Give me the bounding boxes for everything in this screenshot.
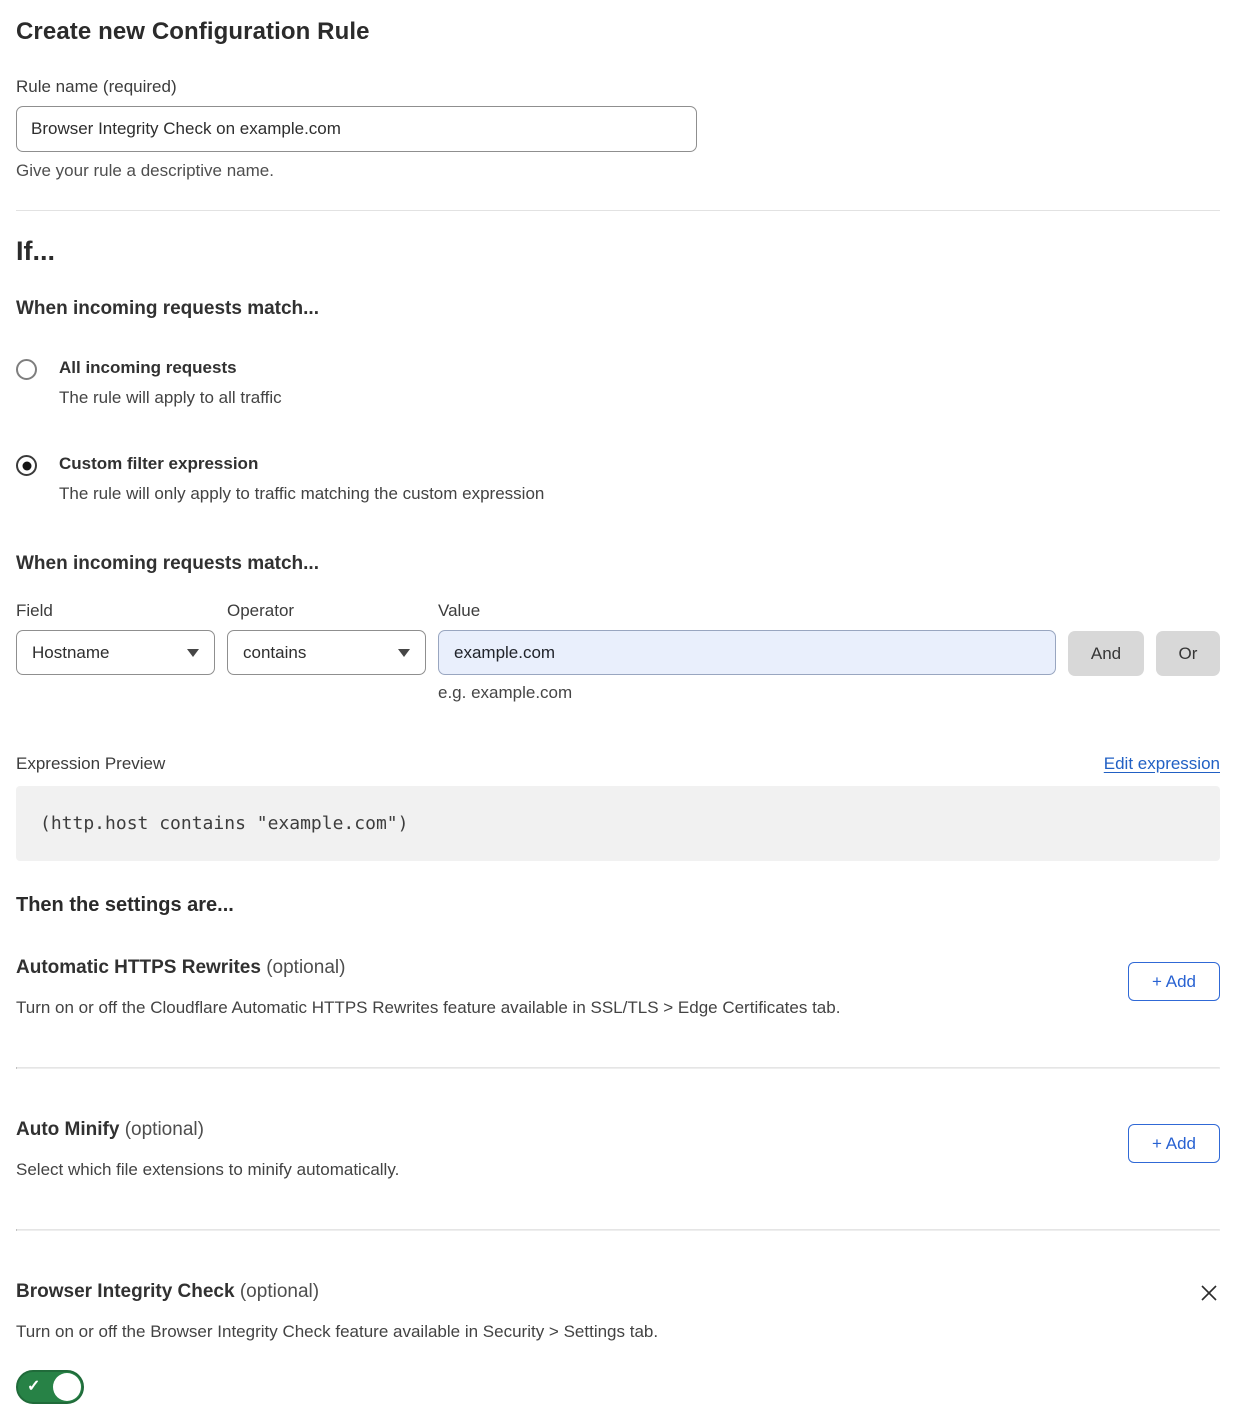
expression-builder-heading: When incoming requests match... — [16, 553, 1220, 575]
expression-preview-header: Expression Preview Edit expression — [16, 754, 1220, 774]
radio-option-custom-filter-expression[interactable]: Custom filter expression The rule will o… — [16, 454, 1220, 504]
rule-name-input[interactable] — [16, 106, 697, 152]
radio-option-description: The rule will only apply to traffic matc… — [59, 484, 544, 504]
value-column: Value e.g. example.com — [438, 601, 1056, 703]
setting-title-text: Automatic HTTPS Rewrites — [16, 957, 261, 978]
value-help: e.g. example.com — [438, 683, 1056, 703]
setting-optional-text: (optional) — [125, 1119, 204, 1140]
field-column: Field Hostname — [16, 601, 215, 675]
operator-label: Operator — [227, 601, 426, 621]
rule-name-label: Rule name (required) — [16, 77, 177, 96]
setting-divider — [16, 1229, 1220, 1231]
expression-preview-box: (http.host contains "example.com") — [16, 786, 1220, 861]
remove-browser-integrity-check-button[interactable] — [1198, 1283, 1220, 1305]
value-label: Value — [438, 601, 1056, 621]
chevron-down-icon — [398, 649, 410, 657]
rule-name-section: Rule name (required) Give your rule a de… — [16, 77, 1220, 181]
setting-optional-text: (optional) — [240, 1281, 319, 1302]
value-input[interactable] — [438, 630, 1056, 675]
add-automatic-https-rewrites-button[interactable]: + Add — [1128, 962, 1220, 1001]
expression-builder-row: Field Hostname Operator contains Value e… — [16, 601, 1220, 703]
or-button[interactable]: Or — [1156, 631, 1220, 676]
setting-title-text: Browser Integrity Check — [16, 1281, 235, 1302]
edit-expression-link[interactable]: Edit expression — [1104, 754, 1220, 774]
radio-option-texts: All incoming requests The rule will appl… — [59, 358, 282, 408]
radio-custom-filter-expression[interactable] — [16, 455, 37, 476]
expression-preview-label: Expression Preview — [16, 754, 165, 774]
check-icon: ✓ — [27, 1379, 40, 1395]
and-button[interactable]: And — [1068, 631, 1144, 676]
setting-description: Turn on or off the Cloudflare Automatic … — [16, 998, 840, 1018]
setting-optional-text: (optional) — [266, 957, 345, 978]
radio-option-label: All incoming requests — [59, 358, 237, 377]
radio-option-all-incoming-requests[interactable]: All incoming requests The rule will appl… — [16, 358, 1220, 408]
setting-description: Turn on or off the Browser Integrity Che… — [16, 1322, 1198, 1342]
expression-code: (http.host contains "example.com") — [40, 813, 408, 834]
close-icon — [1199, 1283, 1219, 1303]
radio-option-label: Custom filter expression — [59, 454, 258, 473]
setting-texts: Automatic HTTPS Rewrites (optional) Turn… — [16, 957, 840, 1018]
setting-automatic-https-rewrites: Automatic HTTPS Rewrites (optional) Turn… — [16, 957, 1220, 1018]
setting-texts: Auto Minify (optional) Select which file… — [16, 1119, 399, 1180]
setting-divider — [16, 1067, 1220, 1069]
page-title: Create new Configuration Rule — [16, 18, 1220, 46]
field-select-value: Hostname — [32, 643, 109, 663]
field-select[interactable]: Hostname — [16, 630, 215, 675]
setting-title-text: Auto Minify — [16, 1119, 119, 1140]
radio-option-description: The rule will apply to all traffic — [59, 388, 282, 408]
setting-texts: Browser Integrity Check (optional) Turn … — [16, 1281, 1198, 1404]
and-column: And — [1068, 601, 1144, 676]
radio-option-texts: Custom filter expression The rule will o… — [59, 454, 544, 504]
setting-description: Select which file extensions to minify a… — [16, 1160, 399, 1180]
setting-title: Auto Minify (optional) — [16, 1119, 399, 1141]
create-configuration-rule-form: Create new Configuration Rule Rule name … — [0, 0, 1237, 1424]
chevron-down-icon — [187, 649, 199, 657]
operator-select-value: contains — [243, 643, 306, 663]
toggle-knob — [53, 1373, 81, 1401]
operator-select[interactable]: contains — [227, 630, 426, 675]
add-auto-minify-button[interactable]: + Add — [1128, 1124, 1220, 1163]
field-label: Field — [16, 601, 215, 621]
if-heading: If... — [16, 236, 1220, 267]
section-divider — [16, 210, 1220, 211]
then-settings-heading: Then the settings are... — [16, 894, 1220, 917]
rule-name-help: Give your rule a descriptive name. — [16, 161, 1220, 181]
operator-column: Operator contains — [227, 601, 426, 675]
or-column: Or — [1156, 601, 1220, 676]
radio-all-incoming-requests[interactable] — [16, 359, 37, 380]
setting-title: Automatic HTTPS Rewrites (optional) — [16, 957, 840, 979]
match-heading: When incoming requests match... — [16, 298, 1220, 320]
setting-auto-minify: Auto Minify (optional) Select which file… — [16, 1119, 1220, 1180]
setting-browser-integrity-check: Browser Integrity Check (optional) Turn … — [16, 1281, 1220, 1404]
browser-integrity-check-toggle[interactable]: ✓ — [16, 1370, 84, 1404]
setting-title: Browser Integrity Check (optional) — [16, 1281, 1198, 1303]
